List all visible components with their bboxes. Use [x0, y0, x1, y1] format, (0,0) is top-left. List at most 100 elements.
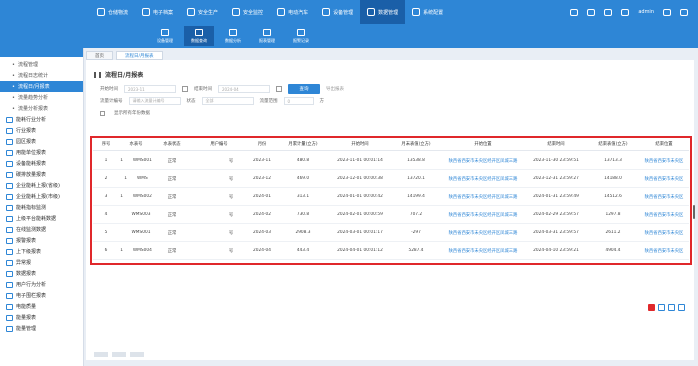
sidebar-item[interactable]: 园区报表	[0, 136, 83, 147]
topnav-item[interactable]: 安全生产	[180, 0, 225, 24]
page-tab[interactable]: 流程日/月报表	[116, 51, 163, 60]
page-next[interactable]	[130, 352, 144, 357]
bell-icon[interactable]	[604, 8, 613, 16]
sidebar-item[interactable]: 能耗行业分析	[0, 114, 83, 125]
table-cell[interactable]: 陕西省西安市未央区经开区凤城三路	[441, 212, 525, 218]
sogou-icon[interactable]	[648, 304, 655, 311]
topnav-item[interactable]: 系统配置	[405, 0, 450, 24]
table-cell[interactable]: 陕西省西安市未央区经开区凤城三路	[441, 194, 525, 200]
status-select[interactable]: 全部	[201, 97, 254, 105]
tool-icon	[297, 28, 305, 36]
mic-icon[interactable]	[658, 304, 665, 311]
topnav-item[interactable]: 安全监控	[225, 0, 270, 24]
keyboard-icon[interactable]	[668, 304, 675, 311]
sidebar-item[interactable]: 异常报	[0, 257, 83, 268]
sidebar-item-label: 流量分析报表	[17, 106, 48, 112]
table-header-cell: 结束位置	[655, 142, 673, 147]
sidebar-item[interactable]: 电能质量	[0, 301, 83, 312]
cloud-icon[interactable]	[570, 8, 579, 16]
sidebar-item[interactable]: 报警报表	[0, 235, 83, 246]
sidebar-item[interactable]: 上下级报表	[0, 246, 83, 257]
sidebar-item[interactable]: 企业能耗上报(市级)	[0, 191, 83, 202]
scrollbar[interactable]	[692, 150, 696, 240]
sidebar-item[interactable]: • 流程日志统计	[0, 70, 83, 81]
meter-id-input[interactable]: 请输入流量计编号	[128, 97, 181, 105]
table-cell: 号	[191, 230, 247, 236]
start-time-input[interactable]: 2023-11	[124, 85, 176, 93]
table-cell[interactable]: 陕西省西安市未央区	[639, 212, 689, 218]
table-row[interactable]: 5 WMS001 正常 号 2024-03 2908.3 2024-03-01 00:01:…	[93, 224, 689, 242]
end-time-input[interactable]: 2024-04	[218, 85, 270, 93]
table-cell[interactable]: 陕西省西安市未央区	[639, 248, 689, 254]
table-cell[interactable]: 陕西省西安市未央区	[639, 194, 689, 200]
subtool-button[interactable]: 报警记录	[286, 26, 316, 46]
table-row[interactable]: 6 1 WMS004 正常 号 2024-04 443.4 2024-04-01 00:01:…	[93, 242, 689, 260]
table-cell[interactable]: 陕西省西安市未央区	[639, 176, 689, 182]
app-logo	[0, 0, 90, 24]
topnav-item[interactable]: 仓储物流	[90, 0, 135, 24]
shirt-icon[interactable]	[678, 304, 685, 311]
sidebar-item-label: 用户行为分析	[16, 282, 47, 288]
sidebar-item[interactable]: 用户行为分析	[0, 279, 83, 290]
sidebar-item[interactable]: 能量报表	[0, 312, 83, 323]
page-current[interactable]	[112, 352, 126, 357]
grid-icon[interactable]	[663, 8, 671, 16]
table-cell: 2023-12	[253, 176, 271, 181]
user-name[interactable]: admin	[638, 9, 654, 15]
table-row[interactable]: 3 1 WMS002 正常 号 2024-01 313.1 2024-01-01 00:00:…	[93, 188, 689, 206]
logout-icon[interactable]	[680, 8, 688, 16]
table-row[interactable]: 1 1 WMS001 正常 号 2023-11 480.8 2023-11-01 00:01:…	[93, 152, 689, 170]
table-row[interactable]: 2 1 WMS 正常 号 2023-12 469.0 2023-12-01 00:00:38 1…	[93, 170, 689, 188]
sidebar-item[interactable]: 在线监测数据	[0, 224, 83, 235]
subtool-button[interactable]: 数据分析	[218, 26, 248, 46]
sidebar-item[interactable]: • 流量趋势分析	[0, 92, 83, 103]
sidebar-item[interactable]: • 流程日/月报表	[0, 81, 83, 92]
subtool-button[interactable]: 报表管理	[252, 26, 282, 46]
table-cell[interactable]: 陕西省西安市未央区经开区凤城三路	[441, 230, 525, 236]
table-cell: 2611.2	[605, 230, 621, 235]
table-cell[interactable]: 陕西省西安市未央区经开区凤城三路	[441, 158, 525, 164]
calendar-icon[interactable]	[276, 86, 282, 92]
menu-icon	[6, 259, 13, 266]
sidebar-item[interactable]: 企业能耗上报(省级)	[0, 180, 83, 191]
calendar-icon[interactable]	[182, 86, 188, 92]
topnav-item[interactable]: 电子档案	[135, 0, 180, 24]
unit-cell: 号	[228, 194, 234, 200]
table-cell: 号	[191, 194, 247, 200]
topnav-label: 数据管理	[378, 9, 399, 16]
sidebar-item[interactable]: 能耗指标监测	[0, 202, 83, 213]
query-button[interactable]: 查询	[288, 84, 320, 94]
range-input[interactable]: 0	[283, 97, 314, 105]
sidebar-item[interactable]: 数据报表	[0, 268, 83, 279]
message-icon[interactable]	[587, 8, 596, 16]
subtool-button[interactable]: 数据查询	[184, 26, 214, 46]
settings-icon[interactable]	[621, 8, 630, 16]
page-prev[interactable]	[94, 352, 108, 357]
sidebar-item[interactable]: 能量管理	[0, 323, 83, 334]
table-cell: 正常	[167, 230, 177, 236]
sub-toolbar	[0, 24, 698, 48]
sidebar-item[interactable]: 上级平台能耗数据	[0, 213, 83, 224]
sidebar-item[interactable]: • 流量分析报表	[0, 103, 83, 114]
archive-icon	[142, 8, 151, 16]
tool-icon	[263, 28, 271, 36]
topnav-item[interactable]: 电动汽车	[270, 0, 315, 24]
sidebar-item[interactable]: 用能单位报表	[0, 147, 83, 158]
sidebar-item[interactable]: 设备能耗报表	[0, 158, 83, 169]
table-cell[interactable]: 陕西省西安市未央区经开区凤城三路	[441, 248, 525, 254]
table-cell[interactable]: 陕西省西安市未央区	[639, 158, 689, 164]
topnav-item[interactable]: 设备管理	[315, 0, 360, 24]
page-tab[interactable]: 首页	[86, 51, 113, 60]
table-row[interactable]: 4 WMS003 正常 号 2024-02 730.8 2024-02-01 00:00:5…	[93, 206, 689, 224]
subtool-button[interactable]: 设备管理	[150, 26, 180, 46]
all-years-checkbox[interactable]	[100, 110, 105, 116]
export-link[interactable]: 导出报表	[326, 86, 344, 92]
topnav-item[interactable]: 数据管理	[360, 0, 406, 24]
sidebar-item[interactable]: 电子围栏报表	[0, 290, 83, 301]
sidebar-item[interactable]: • 流程管理	[0, 59, 83, 70]
sidebar-item[interactable]: 碳排放量报表	[0, 169, 83, 180]
scroll-thumb[interactable]	[693, 205, 695, 219]
table-cell[interactable]: 陕西省西安市未央区经开区凤城三路	[441, 176, 525, 182]
sidebar-item[interactable]: 行业报表	[0, 125, 83, 136]
table-cell[interactable]: 陕西省西安市未央区	[639, 230, 689, 236]
